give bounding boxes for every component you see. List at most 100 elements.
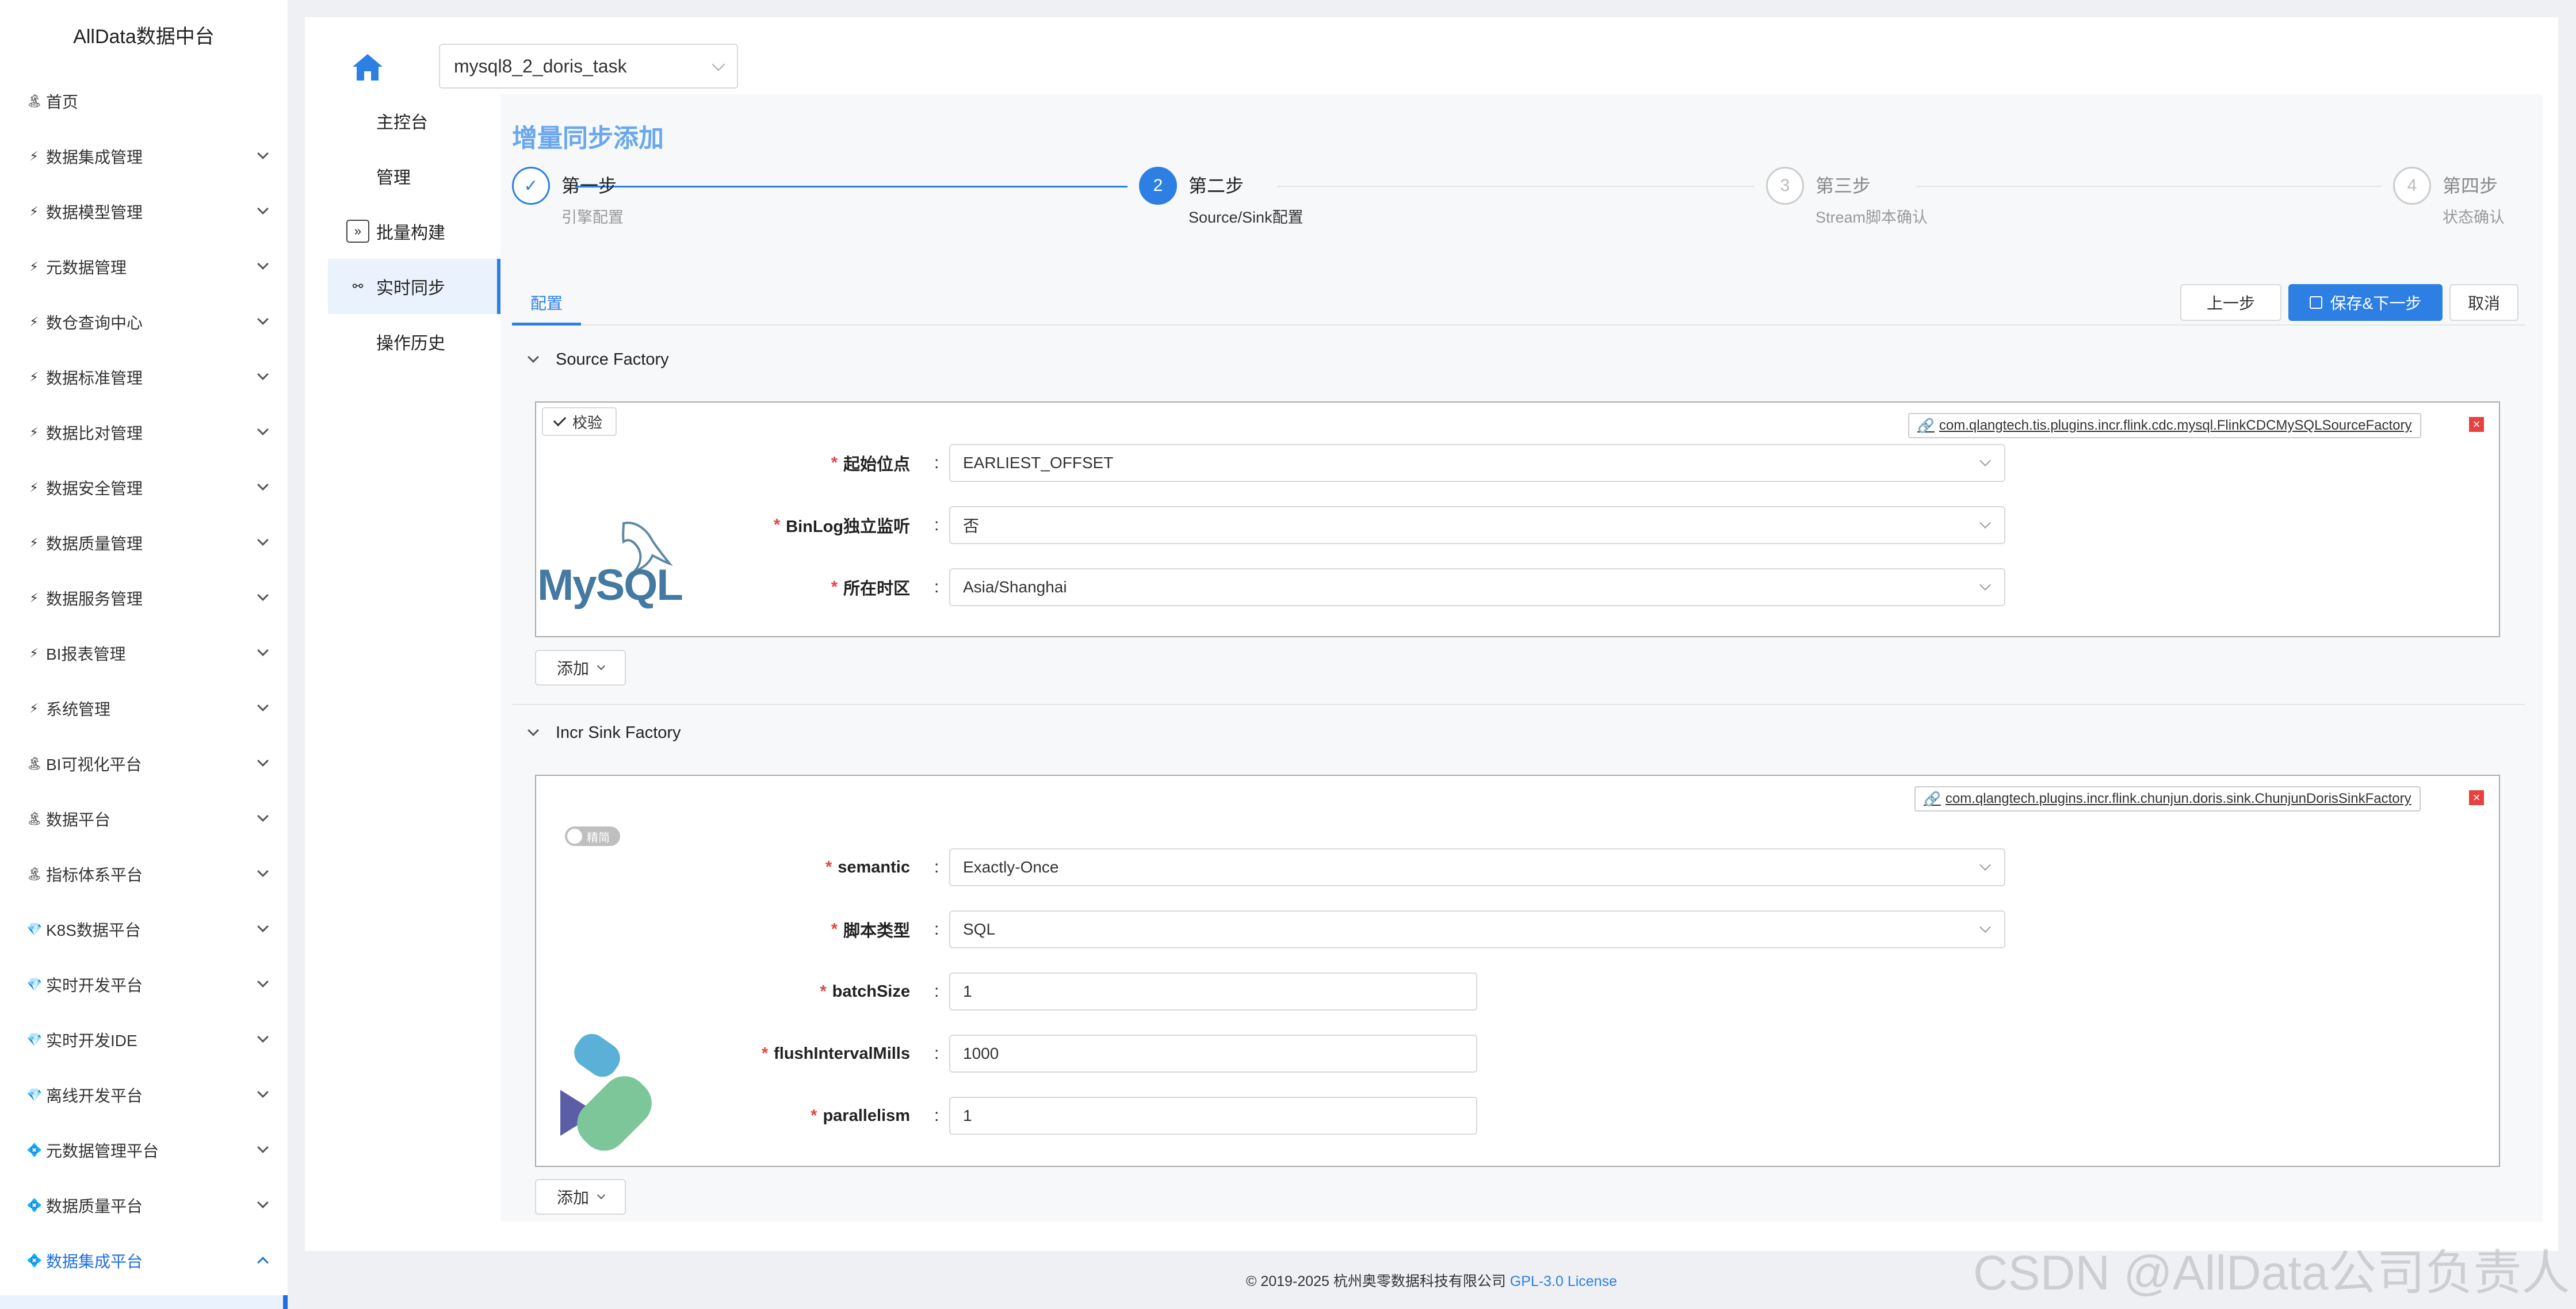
- field-value: SQL: [963, 920, 996, 938]
- field-select[interactable]: Asia/Shanghai: [949, 568, 2005, 606]
- menu-icon: ⚡: [29, 370, 39, 384]
- menu-icon: 🏝: [26, 867, 43, 881]
- sidebar-item[interactable]: 💠 数据集成平台: [0, 1233, 288, 1288]
- chevron-down-icon: [1979, 455, 1991, 466]
- sidebar-item[interactable]: 🏝 首页: [0, 74, 288, 129]
- sidebar-item[interactable]: 🏝 BI可视化平台: [0, 736, 288, 791]
- field-label: * flushIntervalMills: [536, 1035, 910, 1073]
- form-row: * batchSize: 1: [536, 973, 2501, 1011]
- sink-section-header[interactable]: Incr Sink Factory: [512, 710, 2525, 756]
- close-icon[interactable]: ×: [2469, 790, 2484, 805]
- menu-icon: 💠: [26, 1253, 43, 1268]
- sidebar-item-label: 元数据管理: [46, 259, 127, 277]
- chevron-down-icon: [1979, 579, 1991, 591]
- form-row: * 脚本类型: SQL: [536, 910, 2501, 948]
- form-row: * 所在时区: Asia/Shanghai: [536, 568, 2501, 606]
- validate-button[interactable]: 校验: [542, 407, 617, 436]
- chevron-down-icon: [257, 1197, 269, 1208]
- source-add-button[interactable]: 添加: [535, 650, 626, 686]
- sidebar-item[interactable]: ⚡ 数据集成管理: [0, 129, 288, 184]
- sidebar-item[interactable]: 💠 数据质量平台: [0, 1178, 288, 1233]
- sidebar-item-label: K8S数据平台: [46, 921, 141, 939]
- step-title: 第四步: [2443, 175, 2498, 196]
- tab-config[interactable]: 配置: [512, 282, 581, 326]
- sidebar-item-label: 数据比对管理: [46, 424, 143, 442]
- close-icon[interactable]: ×: [2469, 417, 2484, 432]
- sidebar-item-label: 元数据管理平台: [46, 1142, 159, 1160]
- required-mark: *: [761, 1044, 769, 1063]
- menu-icon: 💎: [26, 977, 43, 992]
- step-text: 第二步 Source/Sink配置: [1188, 167, 1304, 227]
- step-desc: Stream脚本确认: [1816, 209, 1928, 226]
- field-input[interactable]: 1: [949, 973, 1477, 1011]
- sidebar-item-label: 数据集成管理: [46, 148, 143, 166]
- sidebar-item-label: 离线开发平台: [46, 1087, 143, 1105]
- step-index: 3: [1766, 167, 1804, 205]
- step-title: 第二步: [1188, 175, 1244, 196]
- sidebar-item[interactable]: 🏝 数据平台: [0, 791, 288, 847]
- field-select[interactable]: SQL: [949, 910, 2005, 948]
- sidebar-item[interactable]: ⚡ 数仓查询中心: [0, 294, 288, 350]
- sidebar-item[interactable]: ⚡ 系统管理: [0, 681, 288, 736]
- sidebar-item[interactable]: ⚡ 数据模型管理: [0, 184, 288, 239]
- sidebar-item[interactable]: ⚡ 数据比对管理: [0, 405, 288, 460]
- sidebar-item-label: 数据平台: [46, 811, 111, 829]
- license-link[interactable]: GPL-3.0 License: [1510, 1273, 1617, 1289]
- simplify-toggle-label: 精简: [587, 831, 610, 844]
- simplify-toggle[interactable]: 精简: [565, 826, 620, 846]
- subnav-item[interactable]: ⚯ 实时同步: [328, 259, 500, 314]
- sidebar-item[interactable]: 💎 实时开发平台: [0, 957, 288, 1012]
- step-connector: [1277, 186, 1755, 187]
- field-select[interactable]: Exactly-Once: [949, 848, 2005, 886]
- sidebar-item[interactable]: 🏝 指标体系平台: [0, 847, 288, 902]
- source-section-header[interactable]: Source Factory: [512, 336, 2525, 382]
- sidebar-item[interactable]: ⚡ 数据质量管理: [0, 515, 288, 571]
- sink-add-button[interactable]: 添加: [535, 1179, 626, 1215]
- label-colon: :: [934, 982, 939, 1001]
- home-icon[interactable]: [351, 52, 384, 83]
- chevron-down-icon: [257, 313, 269, 325]
- chevron-down-icon: [257, 810, 269, 822]
- field-input[interactable]: 1: [949, 1097, 1477, 1135]
- source-factory-link[interactable]: 🔗 com.qlangtech.tis.plugins.incr.flink.c…: [1908, 413, 2421, 438]
- step-item: ✓ 第一步 引擎配置: [512, 167, 624, 227]
- task-select[interactable]: mysql8_2_doris_task: [439, 44, 738, 89]
- sidebar-item[interactable]: ⚡ 数据安全管理: [0, 460, 288, 515]
- subnav-item[interactable]: » 批量构建: [305, 204, 500, 259]
- sidebar-item[interactable]: 💎 实时开发IDE: [0, 1012, 288, 1067]
- sink-factory-link[interactable]: 🔗 com.qlangtech.plugins.incr.flink.chunj…: [1914, 786, 2421, 812]
- field-select[interactable]: EARLIEST_OFFSET: [949, 444, 2005, 482]
- subnav-item[interactable]: 操作历史: [305, 314, 500, 369]
- field-select[interactable]: 否: [949, 506, 2005, 544]
- label-colon: :: [934, 920, 939, 939]
- step-item: 4 第四步 状态确认: [2393, 167, 2505, 227]
- save-next-button[interactable]: 保存&下一步: [2288, 284, 2443, 321]
- form-row: * semantic: Exactly-Once: [536, 848, 2501, 886]
- sink-add-label: 添加: [556, 1189, 589, 1207]
- field-label-text: 所在时区: [843, 580, 910, 598]
- sidebar-item-label: 实时开发平台: [46, 977, 143, 994]
- subnav-item[interactable]: 管理: [305, 148, 500, 204]
- prev-step-button[interactable]: 上一步: [2180, 284, 2281, 321]
- chevron-down-icon: [257, 645, 269, 656]
- sidebar-item[interactable]: ⚡ 数据服务管理: [0, 571, 288, 626]
- sidebar-item[interactable]: ⚡ BI报表管理: [0, 626, 288, 681]
- field-input[interactable]: 1000: [949, 1035, 1477, 1073]
- required-mark: *: [825, 858, 832, 877]
- sidebar-item[interactable]: ⚡ 数据标准管理: [0, 350, 288, 405]
- subnav-item-label: 操作历史: [376, 334, 445, 353]
- sidebar-item[interactable]: 💎 K8S数据平台: [0, 902, 288, 957]
- sidebar-item[interactable]: 💠 元数据管理平台: [0, 1123, 288, 1178]
- subnav-item[interactable]: 主控台: [305, 93, 500, 148]
- source-panel: 校验 🔗 com.qlangtech.tis.plugins.incr.flin…: [535, 401, 2500, 637]
- chevron-down-icon: [597, 661, 606, 671]
- sidebar-item[interactable]: 💎 离线开发平台: [0, 1067, 288, 1123]
- task-select-value: mysql8_2_doris_task: [454, 55, 627, 76]
- cancel-button[interactable]: 取消: [2449, 284, 2518, 321]
- sidebar-scrollbar[interactable]: [0, 1295, 288, 1309]
- field-label: * 脚本类型: [536, 910, 910, 948]
- label-colon: :: [934, 858, 939, 877]
- chevron-down-icon: [712, 58, 725, 71]
- main-panel: mysql8_2_doris_task 主控台 管理» 批量构建 ⚯ 实时同步 操作历史 …: [305, 17, 2558, 1251]
- sidebar-item[interactable]: ⚡ 元数据管理: [0, 239, 288, 294]
